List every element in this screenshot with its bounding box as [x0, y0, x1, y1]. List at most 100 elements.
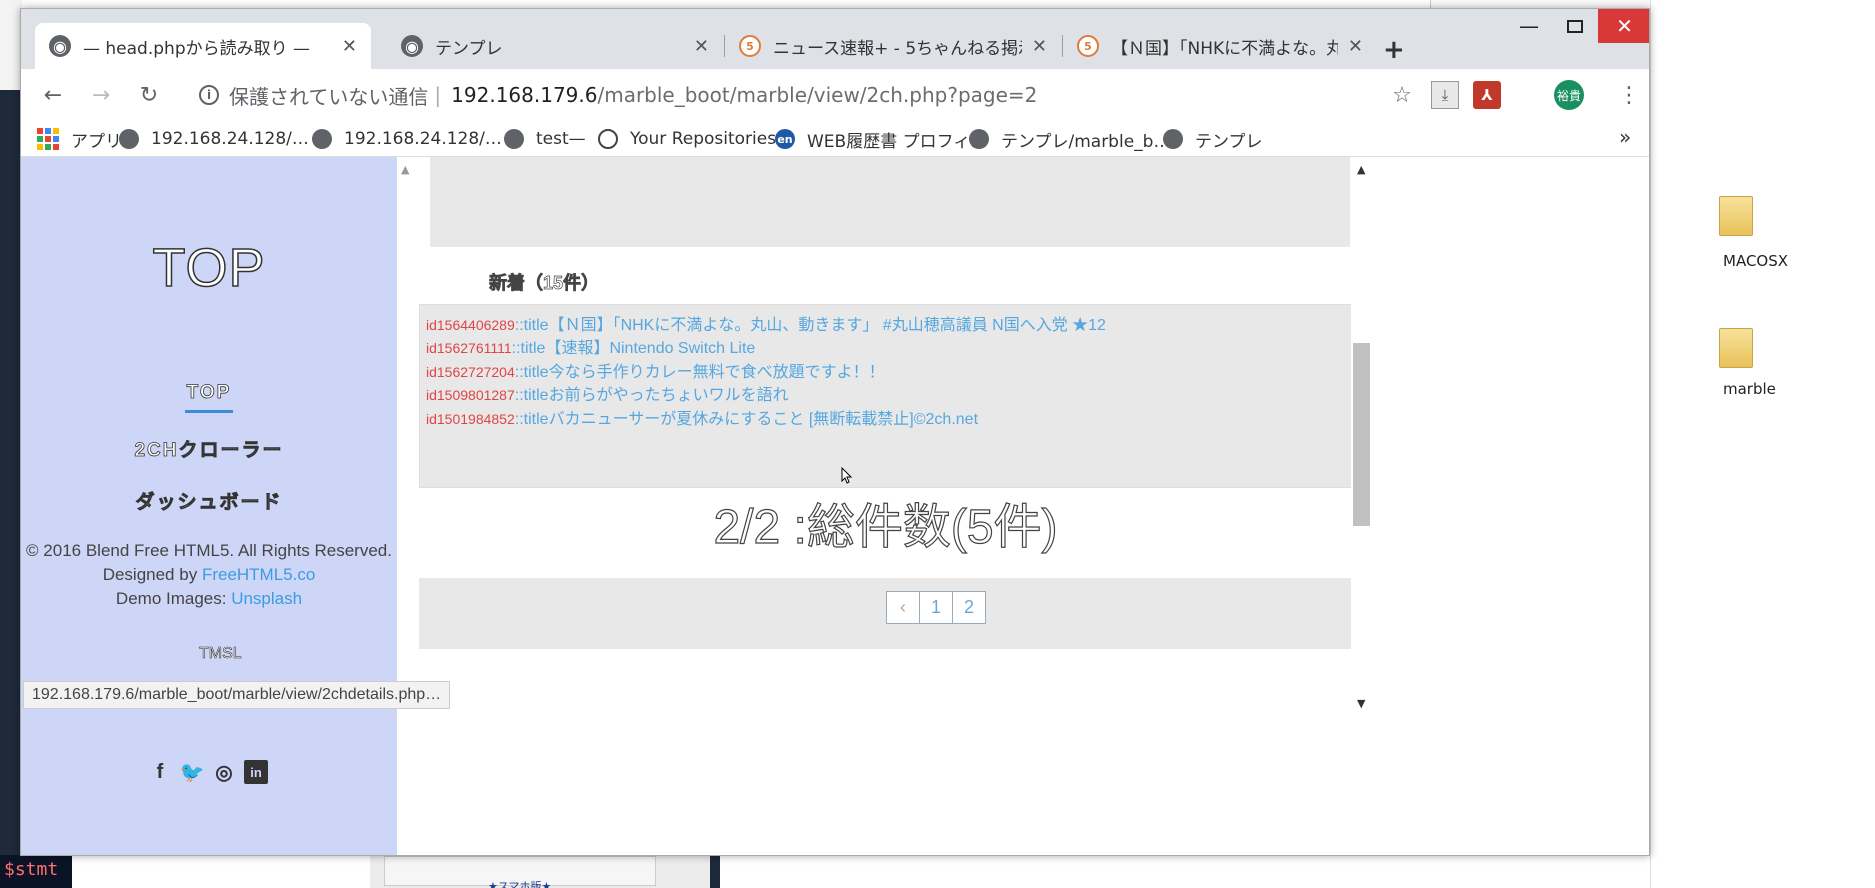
thread-title[interactable]: バカニューサーが夏休みにすること [無断転載禁止]©2ch.net: [549, 411, 978, 428]
close-icon[interactable]: ✕: [342, 36, 357, 57]
bookmark-item[interactable]: en WEB履歴書 プロフィ…: [775, 126, 987, 152]
freehtml5-link[interactable]: FreeHTML5.co: [202, 565, 315, 584]
folder-label-macosx[interactable]: MACOSX: [1723, 252, 1788, 270]
bookmark-label: Your Repositories: [630, 129, 777, 149]
bookmark-label: 192.168.24.128/…: [344, 129, 502, 149]
globe-icon: [119, 129, 139, 149]
forward-button[interactable]: →: [85, 79, 117, 111]
minimize-button[interactable]: —: [1506, 9, 1552, 43]
download-extension-icon[interactable]: ⤓: [1431, 81, 1459, 109]
prev-page-button[interactable]: ‹: [886, 591, 920, 624]
mouse-cursor-icon: [841, 467, 853, 484]
thread-id: id1562761111: [426, 340, 512, 357]
tab-news[interactable]: 5 ニュース速報+ - 5ちゃんねる掲示 ✕: [725, 23, 1061, 69]
desktop-left-top: [0, 0, 22, 90]
tab-nkoku[interactable]: 5 【Ｎ国】｢NHKに不満よな。丸山 ✕: [1063, 23, 1377, 69]
nav-2ch-crawler[interactable]: 2CHクローラー: [21, 435, 397, 462]
nav-top[interactable]: TOP: [21, 382, 397, 413]
thread-title[interactable]: 【速報】Nintendo Switch Lite: [545, 340, 755, 357]
globe-icon: [969, 129, 989, 149]
tab-title: 【Ｎ国】｢NHKに不満よな。丸山: [1111, 38, 1338, 59]
list-item[interactable]: id1509801287::titleお前らがやったちょいワルを語れ: [426, 381, 1345, 404]
close-icon[interactable]: ✕: [1348, 36, 1363, 57]
list-item[interactable]: id1564406289::title【Ｎ国】「NHKに不満よな。丸山、動きます…: [426, 311, 1345, 334]
tab-title: — head.phpから読み取り —: [83, 38, 311, 59]
5ch-icon: 5: [739, 35, 761, 57]
scroll-down-icon[interactable]: ▼: [1357, 697, 1365, 710]
status-bar: 192.168.179.6/marble_boot/marble/view/2c…: [23, 681, 451, 709]
site-logo[interactable]: TOP: [21, 237, 397, 299]
scroll-up-icon[interactable]: ▲: [1357, 163, 1365, 176]
instagram-icon[interactable]: ◎: [212, 760, 236, 784]
new-tab-button[interactable]: +: [1383, 35, 1405, 65]
folder-icon[interactable]: [1719, 328, 1759, 374]
pager-panel: ‹ 1 2: [419, 578, 1352, 649]
close-icon[interactable]: ✕: [694, 36, 709, 57]
maximize-button[interactable]: [1552, 9, 1598, 43]
list-item[interactable]: id1501984852::titleバカニューサーが夏休みにすること [無断転…: [426, 405, 1345, 428]
list-item[interactable]: id1562761111::title【速報】Nintendo Switch L…: [426, 334, 1345, 357]
list-item[interactable]: id1562727204::title今なら手作りカレー無料で食べ放題ですよ！！: [426, 358, 1345, 381]
close-window-button[interactable]: ✕: [1598, 9, 1649, 43]
bookmark-item[interactable]: 192.168.24.128/…: [312, 126, 502, 152]
info-icon[interactable]: i: [199, 85, 219, 105]
designed-by-label: Designed by: [102, 565, 198, 584]
thread-id: id1564406289: [426, 317, 515, 333]
bookmark-item[interactable]: test—: [504, 126, 586, 152]
bookmark-label: test—: [536, 129, 586, 149]
bookmark-item[interactable]: 192.168.24.128/…: [119, 126, 309, 152]
thread-list: id1564406289::title【Ｎ国】「NHKに不満よな。丸山、動きます…: [419, 304, 1352, 488]
overlay-text: TMSL: [199, 645, 242, 663]
bookmark-item[interactable]: テンプレ/marble_b…: [969, 126, 1170, 152]
designed-by: Designed by FreeHTML5.co: [21, 565, 397, 585]
linkedin-icon[interactable]: in: [244, 760, 268, 784]
pdf-extension-icon[interactable]: ⅄: [1473, 81, 1501, 109]
inner-scroll-up-icon[interactable]: ▲: [401, 163, 409, 176]
back-button[interactable]: ←: [37, 79, 69, 111]
close-icon[interactable]: ✕: [1032, 36, 1047, 57]
insecure-label: 保護されていない通信: [229, 84, 429, 109]
globe-icon: ◉: [49, 35, 71, 57]
bookmark-star-icon[interactable]: ☆: [1386, 79, 1418, 111]
new-posts-tab[interactable]: 新着（15件）: [419, 259, 669, 305]
page-count: 2/2 :総件数(5件): [713, 500, 1058, 554]
bookmark-label: テンプレ/marble_b…: [1001, 131, 1171, 152]
bookmark-item[interactable]: Your Repositories: [598, 126, 776, 152]
nav-dashboard[interactable]: ダッシュボード: [21, 487, 397, 514]
bookmarks-more-button[interactable]: »: [1619, 125, 1631, 149]
thread-id: id1509801287: [426, 387, 515, 404]
tab-head-php[interactable]: ◉ — head.phpから読み取り — ✕: [35, 23, 371, 69]
sumaho-link[interactable]: ★スマホ版★: [488, 878, 551, 888]
folder-icon[interactable]: [1719, 196, 1759, 242]
twitter-icon[interactable]: 🐦: [180, 760, 205, 784]
page-2-button[interactable]: 2: [952, 591, 986, 624]
bookmark-item[interactable]: テンプレ: [1163, 126, 1263, 152]
tab-template[interactable]: ◉ テンプレ ✕: [387, 23, 723, 69]
scroll-thumb[interactable]: [1353, 343, 1370, 526]
omnibox-separator: |: [434, 83, 442, 107]
thread-title[interactable]: 【Ｎ国】「NHKに不満よな。丸山、動きます」 #丸山穂高議員 N国へ入党 ★12: [549, 317, 1106, 334]
bookmark-apps[interactable]: アプリ: [37, 126, 122, 152]
avatar[interactable]: 裕貴: [1554, 80, 1584, 110]
github-icon: [598, 129, 618, 149]
url-host: 192.168.179.6: [451, 83, 598, 107]
thread-title[interactable]: お前らがやったちょいワルを語れ: [549, 387, 789, 404]
address-bar[interactable]: i 保護されていない通信 | 192.168.179.6 /marble_boo…: [199, 77, 1449, 113]
globe-icon: [504, 129, 524, 149]
tab-title: テンプレ: [435, 38, 503, 59]
toolbar: ← → ↻ i 保護されていない通信 | 192.168.179.6 /marb…: [21, 69, 1649, 121]
unsplash-link[interactable]: Unsplash: [231, 589, 302, 608]
page-1-button[interactable]: 1: [919, 591, 953, 624]
thread-title[interactable]: 今なら手作りカレー無料で食べ放題ですよ！！: [549, 364, 885, 381]
thread-id: id1562727204: [426, 363, 515, 380]
apps-icon: [37, 128, 59, 150]
reload-button[interactable]: ↻: [133, 79, 165, 111]
maximize-icon: [1567, 19, 1583, 33]
thread-sep: ::title: [511, 340, 546, 358]
bookmark-label: アプリ: [71, 131, 122, 152]
folder-label-marble[interactable]: marble: [1723, 380, 1776, 398]
url-path: /marble_boot/marble/view/2ch.php?page=2: [597, 83, 1038, 107]
browser-menu-icon[interactable]: ⋮: [1613, 79, 1645, 111]
facebook-icon[interactable]: f: [148, 760, 172, 784]
bookmark-label: 192.168.24.128/…: [151, 129, 309, 149]
